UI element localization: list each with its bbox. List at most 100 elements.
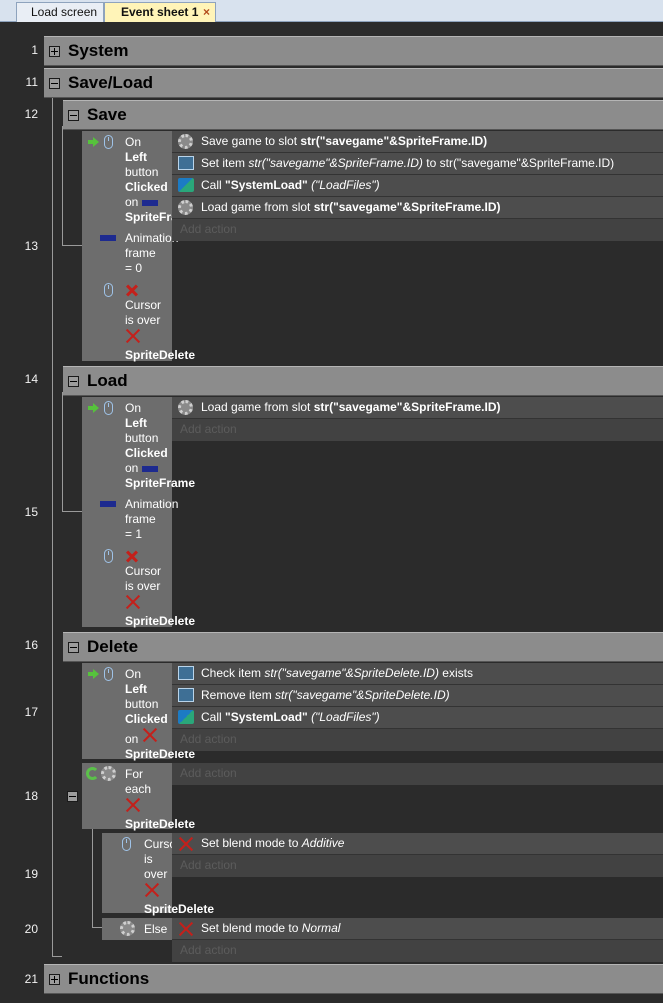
action-row[interactable]: Set blend mode to Normal (172, 918, 663, 940)
tab-bar: Load screen Event sheet 1 × (0, 0, 663, 22)
cond-text: = 1 (125, 527, 143, 541)
cond-text: Animation (125, 497, 179, 511)
mouse-icon (104, 283, 113, 297)
event-conditions[interactable]: For each SpriteDelete (82, 763, 195, 831)
add-action-button[interactable]: Add action (172, 855, 663, 877)
collapse-icon[interactable] (68, 642, 79, 653)
cond-text: On (125, 135, 142, 149)
group-title: Save (87, 105, 127, 124)
group-functions[interactable]: Functions (44, 964, 663, 994)
line-number: 16 (24, 638, 38, 652)
trigger-arrow-icon (88, 403, 99, 413)
sprite-icon (100, 501, 116, 507)
event-conditions[interactable]: Else (102, 918, 172, 940)
sprite-icon (141, 465, 158, 472)
tree-line (92, 820, 102, 928)
cond-object: SpriteDelete (125, 348, 196, 362)
sprite-icon (141, 199, 158, 206)
action-row[interactable]: Set item str("savegame"&SpriteFrame.ID) … (172, 153, 663, 175)
add-action-button[interactable]: Add action (172, 729, 663, 751)
cond-object: SpriteFrame (125, 210, 172, 224)
cond-object: SpriteFrame (125, 476, 196, 490)
cond-text: on (125, 732, 139, 746)
line-number: 15 (24, 505, 38, 519)
add-action-button[interactable]: Add action (172, 763, 663, 785)
close-icon[interactable]: × (203, 3, 210, 21)
local-storage-icon (178, 156, 194, 170)
sprite-delete-icon (142, 727, 158, 743)
system-gear-icon (101, 766, 116, 781)
cond-text: frame (125, 512, 156, 526)
sprite-delete-icon (125, 797, 141, 813)
system-gear-icon (178, 134, 193, 149)
mouse-icon (104, 401, 113, 415)
expand-icon[interactable] (49, 974, 60, 985)
sprite-delete-icon (125, 594, 141, 610)
collapse-icon[interactable] (68, 376, 79, 387)
tree-line (62, 126, 82, 246)
tab-label: Event sheet 1 (121, 5, 199, 19)
cond-text: is over (125, 313, 161, 327)
add-action-button[interactable]: Add action (172, 940, 663, 962)
cond-text: on (125, 195, 139, 209)
cond-text: Clicked (125, 446, 168, 460)
add-action-button[interactable]: Add action (172, 419, 663, 441)
collapse-icon[interactable] (68, 110, 79, 121)
action-row[interactable]: Remove item str("savegame"&SpriteDelete.… (172, 685, 663, 707)
invert-icon (126, 284, 138, 296)
trigger-arrow-icon (88, 137, 99, 147)
group-title: System (68, 41, 129, 60)
cond-object: SpriteDelete (125, 614, 196, 628)
function-icon (178, 178, 194, 192)
expand-icon[interactable] (49, 46, 60, 57)
event-conditions[interactable]: On Left button Clicked on SpriteDelete (82, 663, 195, 761)
group-title: Save/Load (68, 73, 154, 92)
cond-text: frame (125, 246, 156, 260)
event-conditions[interactable]: On Left button Clicked on SpriteFrame An… (82, 397, 195, 628)
action-row[interactable]: Check item str("savegame"&SpriteDelete.I… (172, 663, 663, 685)
group-system[interactable]: System (44, 36, 663, 66)
action-row[interactable]: Save game to slot str("savegame"&SpriteF… (172, 131, 663, 153)
trigger-arrow-icon (88, 669, 99, 679)
event-conditions[interactable]: On Left button Clicked on SpriteFrame An… (82, 131, 195, 362)
group-title: Functions (68, 969, 150, 988)
group-saveload[interactable]: Save/Load (44, 68, 663, 98)
cond-object: SpriteDelete (144, 902, 215, 916)
collapse-icon[interactable] (49, 78, 60, 89)
action-row[interactable]: Set blend mode to Additive (172, 833, 663, 855)
mouse-icon (104, 667, 113, 681)
sprite-delete-icon (178, 921, 194, 937)
local-storage-icon (178, 688, 194, 702)
group-save[interactable]: Save (63, 100, 663, 130)
group-delete[interactable]: Delete (63, 632, 663, 662)
add-action-button[interactable]: Add action (172, 219, 663, 241)
mouse-icon (104, 135, 113, 149)
cond-text: Cursor (125, 564, 162, 578)
action-row[interactable]: Call "SystemLoad" ("LoadFiles") (172, 175, 663, 197)
invert-icon (126, 550, 138, 562)
action-row[interactable]: Call "SystemLoad" ("LoadFiles") (172, 707, 663, 729)
sprite-icon (100, 235, 116, 241)
event-conditions[interactable]: Cursc is over SpriteDelete (102, 833, 214, 916)
line-gutter: 1 11 12 13 14 15 16 17 18 19 20 21 (0, 22, 42, 1003)
system-gear-icon (178, 400, 193, 415)
line-number: 14 (24, 372, 38, 386)
mouse-icon (122, 837, 131, 851)
collapse-icon[interactable] (67, 791, 78, 802)
group-load[interactable]: Load (63, 366, 663, 396)
line-number: 20 (24, 922, 38, 936)
line-number: 13 (24, 239, 38, 253)
tab-load-screen[interactable]: Load screen (16, 2, 104, 22)
action-row[interactable]: Load game from slot str("savegame"&Sprit… (172, 197, 663, 219)
tab-event-sheet-1[interactable]: Event sheet 1 × (104, 2, 216, 22)
tree-line (62, 392, 82, 512)
line-number: 19 (24, 867, 38, 881)
action-row[interactable]: Load game from slot str("savegame"&Sprit… (172, 397, 663, 419)
line-number: 1 (31, 43, 38, 57)
group-title: Delete (87, 637, 139, 656)
group-title: Load (87, 371, 128, 390)
line-number: 12 (24, 107, 38, 121)
system-gear-icon (120, 921, 135, 936)
line-number: 17 (24, 705, 38, 719)
tree-line (52, 95, 62, 957)
